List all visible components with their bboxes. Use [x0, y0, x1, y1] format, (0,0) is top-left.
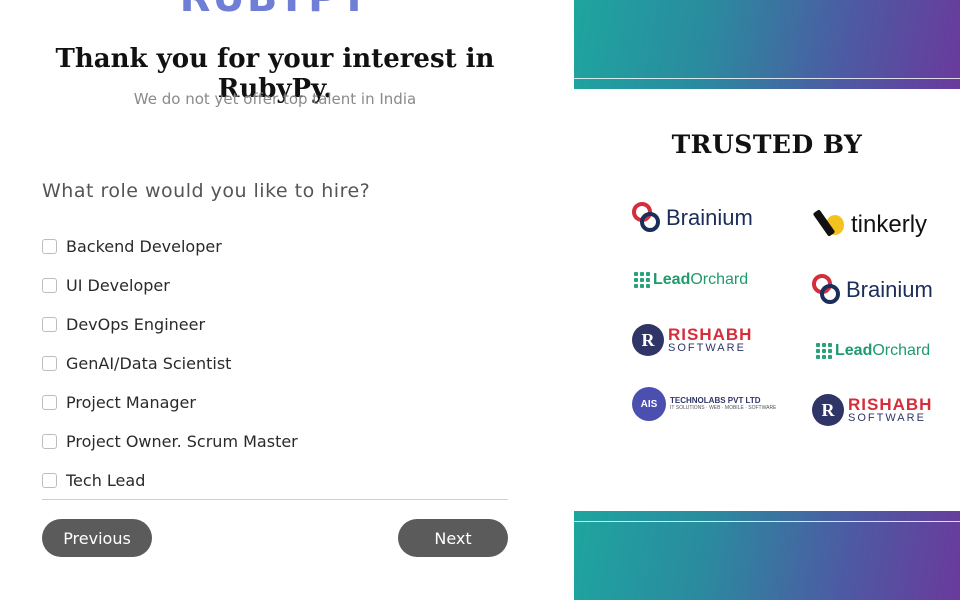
form-divider [42, 499, 508, 500]
option-ui-developer[interactable]: UI Developer [42, 266, 298, 305]
top-gradient-banner [574, 0, 960, 89]
leadorchard-logo: Lead Orchard [634, 260, 748, 300]
banner-line [574, 521, 960, 522]
checkbox[interactable] [42, 356, 57, 371]
page-subtitle: We do not yet offer top talent in India [133, 90, 417, 108]
trusted-panel: TRUSTED BY Brainium tinkerly Lead Orchar… [574, 0, 960, 600]
leadorchard-logo: Lead Orchard [816, 331, 930, 371]
rubypy-logo: RUBYPY [0, 0, 550, 18]
leadorchard-tree-icon [634, 269, 650, 291]
checkbox[interactable] [42, 317, 57, 332]
ais-mark-icon: AIS [632, 387, 666, 421]
tinkerly-bulb-icon [812, 209, 848, 241]
brainium-logo: Brainium [812, 270, 933, 310]
option-genai-data-scientist[interactable]: GenAI/Data Scientist [42, 344, 298, 383]
option-backend-developer[interactable]: Backend Developer [42, 227, 298, 266]
option-tech-lead[interactable]: Tech Lead [42, 461, 298, 500]
option-label: GenAI/Data Scientist [66, 353, 232, 373]
rishabh-logo: R RISHABH SOFTWARE [812, 390, 932, 430]
option-label: Backend Developer [66, 236, 222, 256]
option-label: DevOps Engineer [66, 314, 206, 334]
banner-line [574, 78, 960, 79]
rishabh-mark-icon: R [812, 394, 844, 426]
checkbox[interactable] [42, 434, 57, 449]
brainium-text: Brainium [846, 277, 933, 302]
leadorchard-lead-text: Lead [653, 271, 691, 288]
option-label: UI Developer [66, 275, 170, 295]
next-button[interactable]: Next [398, 519, 508, 557]
brainium-logo: Brainium [632, 198, 753, 238]
trusted-by-heading: TRUSTED BY [671, 130, 863, 159]
option-project-manager[interactable]: Project Manager [42, 383, 298, 422]
brainium-mark-icon [632, 202, 662, 234]
option-devops-engineer[interactable]: DevOps Engineer [42, 305, 298, 344]
rishabh-subtext: SOFTWARE [668, 342, 746, 354]
option-project-owner-scrum-master[interactable]: Project Owner. Scrum Master [42, 422, 298, 461]
checkbox[interactable] [42, 278, 57, 293]
checkbox[interactable] [42, 239, 57, 254]
ais-tagline-text: IT SOLUTIONS · WEB · MOBILE · SOFTWARE [670, 404, 777, 411]
rishabh-mark-icon: R [632, 324, 664, 356]
tinkerly-logo: tinkerly [812, 205, 928, 245]
rishabh-text: RISHABH [848, 395, 933, 414]
form-panel: RUBYPY Thank you for your interest in Ru… [0, 0, 574, 600]
rishabh-logo: R RISHABH SOFTWARE [632, 320, 752, 360]
leadorchard-tree-icon [816, 340, 832, 362]
leadorchard-lead-text: Lead [835, 342, 873, 359]
rishabh-text: RISHABH [668, 325, 753, 344]
brainium-text: Brainium [666, 205, 753, 230]
bottom-gradient-banner [574, 511, 960, 600]
checkbox[interactable] [42, 473, 57, 488]
checkbox[interactable] [42, 395, 57, 410]
rishabh-subtext: SOFTWARE [848, 412, 926, 424]
brainium-mark-icon [812, 274, 842, 306]
option-label: Project Manager [66, 392, 196, 412]
tinkerly-text: tinkerly [851, 211, 928, 238]
option-label: Tech Lead [66, 470, 146, 490]
role-options: Backend Developer UI Developer DevOps En… [42, 227, 298, 500]
leadorchard-orchard-text: Orchard [872, 342, 931, 359]
leadorchard-orchard-text: Orchard [690, 271, 749, 288]
role-question: What role would you like to hire? [42, 180, 371, 202]
previous-button[interactable]: Previous [42, 519, 152, 557]
option-label: Project Owner. Scrum Master [66, 431, 298, 451]
ais-technolabs-logo: AIS TECHNOLABS PVT LTD IT SOLUTIONS · WE… [632, 384, 776, 424]
